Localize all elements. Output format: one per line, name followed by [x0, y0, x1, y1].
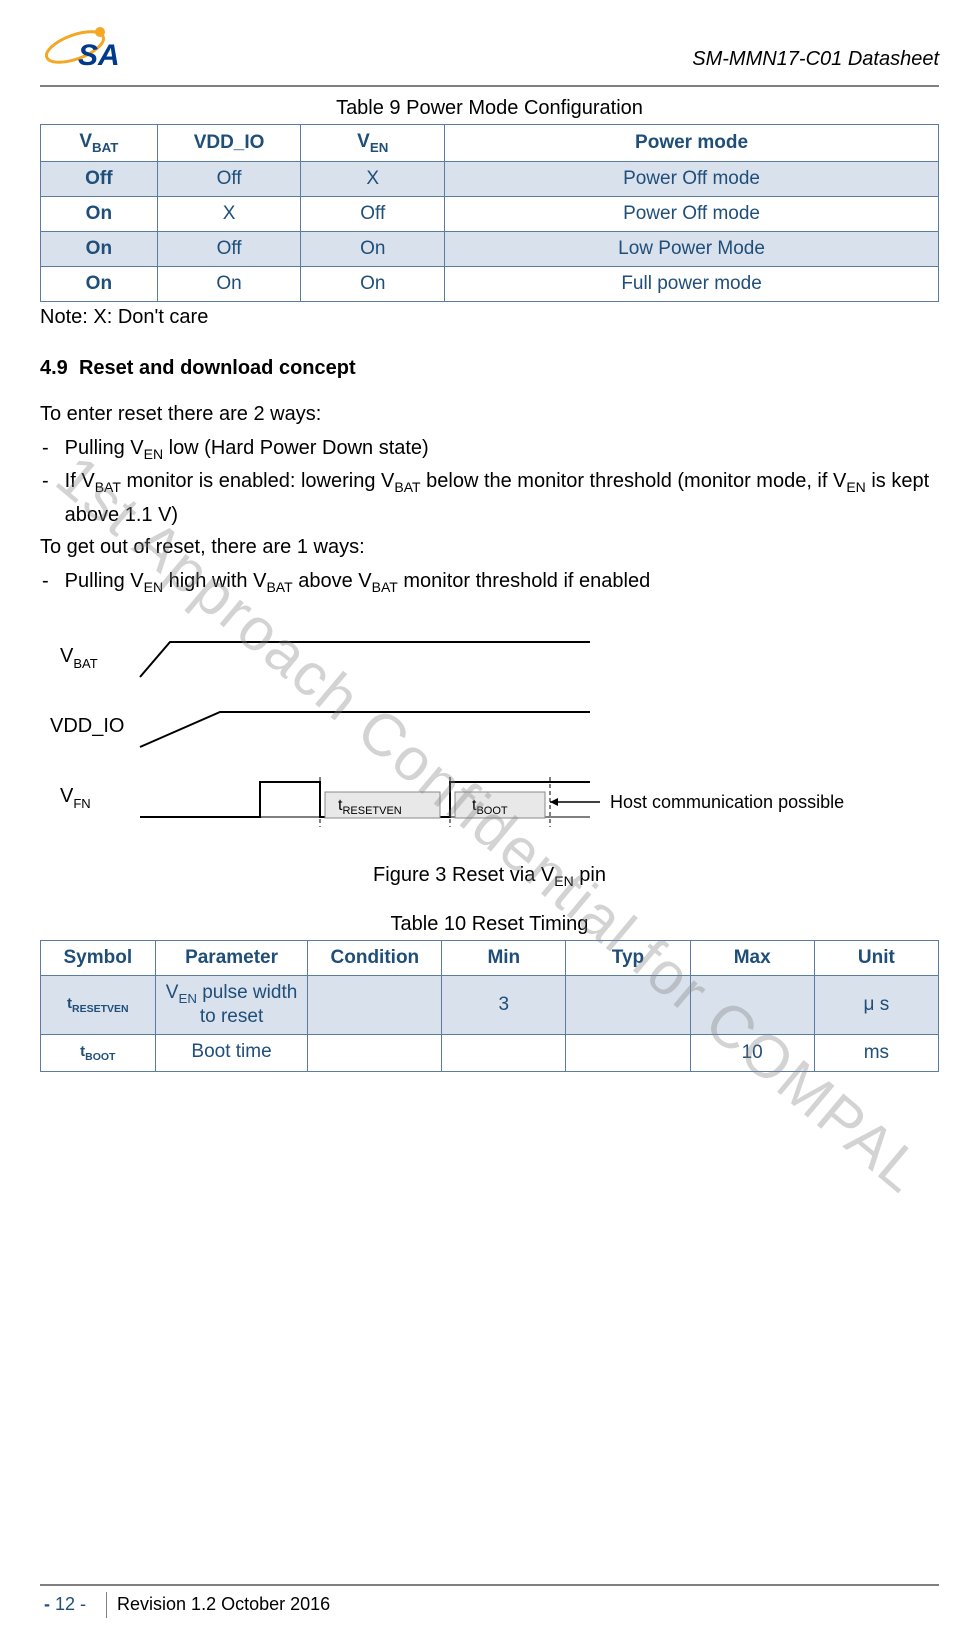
- th-ven: VEN: [301, 125, 445, 162]
- table-row: On X Off Power Off mode: [41, 196, 939, 231]
- table-10: Symbol Parameter Condition Min Typ Max U…: [40, 940, 939, 1072]
- bullet-dash: -: [42, 432, 49, 465]
- paragraph: To enter reset there are 2 ways:: [40, 398, 939, 430]
- timing-diagram: VBAT VDD_IO VFN tRESETVEN tBOOT Host com…: [40, 622, 939, 858]
- table-9-note: Note: X: Don't care: [40, 306, 939, 329]
- table-row: tRESETVEN VEN pulse width to reset 3 μ s: [41, 975, 939, 1034]
- logo: SA: [40, 20, 150, 75]
- table-row: On On On Full power mode: [41, 266, 939, 301]
- table-row: VBAT VDD_IO VEN Power mode: [41, 125, 939, 162]
- table-10-caption: Table 10 Reset Timing: [40, 913, 939, 936]
- table-row: Symbol Parameter Condition Min Typ Max U…: [41, 940, 939, 975]
- footer-rule: [40, 1584, 939, 1586]
- table-row: tBOOT Boot time 10 ms: [41, 1034, 939, 1071]
- svg-text:Host communication possible: Host communication possible: [610, 792, 844, 812]
- bullet-item: - Pulling VEN low (Hard Power Down state…: [40, 432, 939, 465]
- page-header: SA SM-MMN17-C01 Datasheet: [40, 20, 939, 75]
- table-row: Off Off X Power Off mode: [41, 161, 939, 196]
- bullet-dash: -: [42, 565, 49, 598]
- table-9-caption: Table 9 Power Mode Configuration: [40, 97, 939, 120]
- svg-text:SA: SA: [78, 39, 120, 72]
- page-footer: - 12 - Revision 1.2 October 2016: [40, 1584, 939, 1619]
- th-vddio: VDD_IO: [157, 125, 301, 162]
- th-vbat: VBAT: [41, 125, 158, 162]
- table-row: On Off On Low Power Mode: [41, 231, 939, 266]
- footer-divider: [106, 1592, 107, 1618]
- section-heading: 4.9 Reset and download concept: [40, 357, 939, 380]
- bullet-dash: -: [42, 465, 49, 530]
- revision-text: Revision 1.2 October 2016: [117, 1594, 330, 1615]
- svg-text:VBAT: VBAT: [60, 645, 98, 671]
- bullet-item: - If VBAT monitor is enabled: lowering V…: [40, 465, 939, 530]
- page-number: - 12 -: [40, 1590, 96, 1619]
- svg-text:VDD_IO: VDD_IO: [50, 715, 124, 737]
- table-9: VBAT VDD_IO VEN Power mode Off Off X Pow…: [40, 124, 939, 302]
- document-title: SM-MMN17-C01 Datasheet: [692, 48, 939, 75]
- paragraph: To get out of reset, there are 1 ways:: [40, 531, 939, 563]
- figure-3-caption: Figure 3 Reset via VEN pin: [40, 864, 939, 889]
- bullet-item: - Pulling VEN high with VBAT above VBAT …: [40, 565, 939, 598]
- th-powermode: Power mode: [445, 125, 939, 162]
- svg-text:VFN: VFN: [60, 785, 91, 811]
- header-rule: [40, 85, 939, 87]
